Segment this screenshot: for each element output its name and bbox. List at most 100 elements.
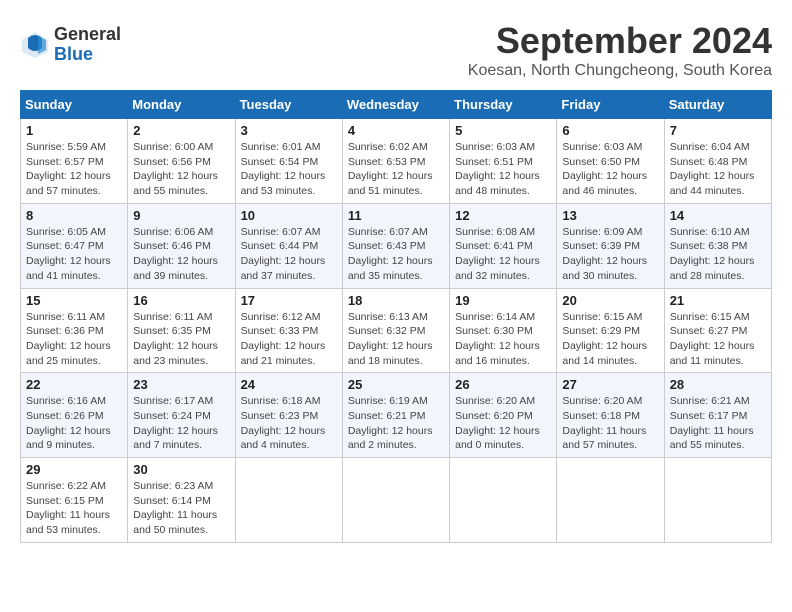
calendar-day-cell: 11Sunrise: 6:07 AM Sunset: 6:43 PM Dayli…: [342, 203, 449, 288]
day-of-week-header: Sunday: [21, 91, 128, 119]
day-info: Sunrise: 6:14 AM Sunset: 6:30 PM Dayligh…: [455, 310, 551, 369]
calendar-day-cell: 20 Sunrise: 6:15 AM Sunset: 6:29 PM Dayli…: [557, 288, 664, 373]
day-info: Sunrise: 6:10 AM Sunset: 6:38 PM Dayligh…: [670, 225, 766, 284]
day-number: 29: [26, 462, 122, 477]
calendar-day-cell: 18 Sunrise: 6:13 AM Sunset: 6:32 PM Dayli…: [342, 288, 449, 373]
calendar-day-cell: [235, 458, 342, 543]
day-number: 13: [562, 208, 658, 223]
day-of-week-header: Tuesday: [235, 91, 342, 119]
day-number: 17: [241, 293, 337, 308]
calendar-day-cell: 27Sunrise: 6:20 AM Sunset: 6:18 PM Dayli…: [557, 373, 664, 458]
calendar-header-row: SundayMondayTuesdayWednesdayThursdayFrid…: [21, 91, 772, 119]
calendar-day-cell: 25Sunrise: 6:19 AM Sunset: 6:21 PM Dayli…: [342, 373, 449, 458]
day-number: 21: [670, 293, 766, 308]
day-info: Sunrise: 6:23 AM Sunset: 6:14 PM Dayligh…: [133, 479, 229, 538]
calendar-day-cell: 22 Sunrise: 6:16 AM Sunset: 6:26 PM Dayli…: [21, 373, 128, 458]
day-info: Sunrise: 6:08 AM Sunset: 6:41 PM Dayligh…: [455, 225, 551, 284]
calendar-day-cell: 21 Sunrise: 6:15 AM Sunset: 6:27 PM Dayli…: [664, 288, 771, 373]
day-info: Sunrise: 6:17 AM Sunset: 6:24 PM Dayligh…: [133, 394, 229, 453]
day-number: 9: [133, 208, 229, 223]
calendar-week-row: 29 Sunrise: 6:22 AM Sunset: 6:15 PM Dayli…: [21, 458, 772, 543]
day-info: Sunrise: 6:18 AM Sunset: 6:23 PM Dayligh…: [241, 394, 337, 453]
day-of-week-header: Monday: [128, 91, 235, 119]
day-number: 5: [455, 123, 551, 138]
calendar-week-row: 15Sunrise: 6:11 AM Sunset: 6:36 PM Dayli…: [21, 288, 772, 373]
day-number: 30: [133, 462, 229, 477]
calendar-day-cell: 17 Sunrise: 6:12 AM Sunset: 6:33 PM Dayli…: [235, 288, 342, 373]
logo-icon: [20, 30, 50, 60]
day-number: 20: [562, 293, 658, 308]
day-info: Sunrise: 6:11 AM Sunset: 6:35 PM Dayligh…: [133, 310, 229, 369]
day-info: Sunrise: 6:01 AM Sunset: 6:54 PM Dayligh…: [241, 140, 337, 199]
day-info: Sunrise: 5:59 AM Sunset: 6:57 PM Dayligh…: [26, 140, 122, 199]
day-number: 19: [455, 293, 551, 308]
calendar-day-cell: 7Sunrise: 6:04 AM Sunset: 6:48 PM Daylig…: [664, 119, 771, 204]
day-info: Sunrise: 6:16 AM Sunset: 6:26 PM Dayligh…: [26, 394, 122, 453]
calendar-day-cell: 30 Sunrise: 6:23 AM Sunset: 6:14 PM Dayli…: [128, 458, 235, 543]
calendar-day-cell: 2 Sunrise: 6:00 AM Sunset: 6:56 PM Daylig…: [128, 119, 235, 204]
header: General Blue September 2024 Koesan, Nort…: [20, 20, 772, 80]
day-number: 14: [670, 208, 766, 223]
day-number: 1: [26, 123, 122, 138]
calendar-day-cell: 1 Sunrise: 5:59 AM Sunset: 6:57 PM Daylig…: [21, 119, 128, 204]
day-number: 22: [26, 377, 122, 392]
calendar-day-cell: 15Sunrise: 6:11 AM Sunset: 6:36 PM Dayli…: [21, 288, 128, 373]
day-info: Sunrise: 6:00 AM Sunset: 6:56 PM Dayligh…: [133, 140, 229, 199]
calendar-day-cell: 28 Sunrise: 6:21 AM Sunset: 6:17 PM Dayli…: [664, 373, 771, 458]
day-info: Sunrise: 6:22 AM Sunset: 6:15 PM Dayligh…: [26, 479, 122, 538]
day-info: Sunrise: 6:05 AM Sunset: 6:47 PM Dayligh…: [26, 225, 122, 284]
calendar-week-row: 1 Sunrise: 5:59 AM Sunset: 6:57 PM Daylig…: [21, 119, 772, 204]
calendar-day-cell: [664, 458, 771, 543]
day-number: 23: [133, 377, 229, 392]
calendar-day-cell: [557, 458, 664, 543]
calendar-day-cell: 8 Sunrise: 6:05 AM Sunset: 6:47 PM Daylig…: [21, 203, 128, 288]
day-number: 4: [348, 123, 444, 138]
day-info: Sunrise: 6:02 AM Sunset: 6:53 PM Dayligh…: [348, 140, 444, 199]
title-area: September 2024 Koesan, North Chungcheong…: [468, 20, 772, 80]
calendar-day-cell: 5 Sunrise: 6:03 AM Sunset: 6:51 PM Daylig…: [450, 119, 557, 204]
day-of-week-header: Wednesday: [342, 91, 449, 119]
calendar-day-cell: 16 Sunrise: 6:11 AM Sunset: 6:35 PM Dayli…: [128, 288, 235, 373]
calendar-day-cell: 4 Sunrise: 6:02 AM Sunset: 6:53 PM Daylig…: [342, 119, 449, 204]
day-number: 27: [562, 377, 658, 392]
day-info: Sunrise: 6:09 AM Sunset: 6:39 PM Dayligh…: [562, 225, 658, 284]
day-number: 16: [133, 293, 229, 308]
day-info: Sunrise: 6:13 AM Sunset: 6:32 PM Dayligh…: [348, 310, 444, 369]
day-info: Sunrise: 6:04 AM Sunset: 6:48 PM Dayligh…: [670, 140, 766, 199]
calendar-day-cell: 3 Sunrise: 6:01 AM Sunset: 6:54 PM Daylig…: [235, 119, 342, 204]
day-info: Sunrise: 6:12 AM Sunset: 6:33 PM Dayligh…: [241, 310, 337, 369]
calendar-day-cell: 9 Sunrise: 6:06 AM Sunset: 6:46 PM Daylig…: [128, 203, 235, 288]
day-number: 26: [455, 377, 551, 392]
calendar-day-cell: 29 Sunrise: 6:22 AM Sunset: 6:15 PM Dayli…: [21, 458, 128, 543]
calendar-week-row: 22 Sunrise: 6:16 AM Sunset: 6:26 PM Dayli…: [21, 373, 772, 458]
day-number: 8: [26, 208, 122, 223]
logo: General Blue: [20, 25, 121, 65]
day-info: Sunrise: 6:21 AM Sunset: 6:17 PM Dayligh…: [670, 394, 766, 453]
day-number: 10: [241, 208, 337, 223]
calendar-day-cell: [450, 458, 557, 543]
day-of-week-header: Thursday: [450, 91, 557, 119]
day-number: 12: [455, 208, 551, 223]
day-of-week-header: Friday: [557, 91, 664, 119]
calendar-day-cell: [342, 458, 449, 543]
day-of-week-header: Saturday: [664, 91, 771, 119]
calendar-day-cell: 26 Sunrise: 6:20 AM Sunset: 6:20 PM Dayli…: [450, 373, 557, 458]
calendar-day-cell: 12 Sunrise: 6:08 AM Sunset: 6:41 PM Dayli…: [450, 203, 557, 288]
day-number: 18: [348, 293, 444, 308]
day-number: 28: [670, 377, 766, 392]
day-info: Sunrise: 6:03 AM Sunset: 6:51 PM Dayligh…: [455, 140, 551, 199]
calendar-day-cell: 23 Sunrise: 6:17 AM Sunset: 6:24 PM Dayli…: [128, 373, 235, 458]
logo-blue: Blue: [54, 45, 121, 65]
day-number: 6: [562, 123, 658, 138]
month-title: September 2024: [468, 20, 772, 62]
day-info: Sunrise: 6:15 AM Sunset: 6:29 PM Dayligh…: [562, 310, 658, 369]
day-info: Sunrise: 6:20 AM Sunset: 6:20 PM Dayligh…: [455, 394, 551, 453]
day-info: Sunrise: 6:03 AM Sunset: 6:50 PM Dayligh…: [562, 140, 658, 199]
day-info: Sunrise: 6:19 AM Sunset: 6:21 PM Dayligh…: [348, 394, 444, 453]
location-title: Koesan, North Chungcheong, South Korea: [468, 62, 772, 80]
logo-general: General: [54, 25, 121, 45]
day-number: 2: [133, 123, 229, 138]
day-info: Sunrise: 6:15 AM Sunset: 6:27 PM Dayligh…: [670, 310, 766, 369]
day-info: Sunrise: 6:06 AM Sunset: 6:46 PM Dayligh…: [133, 225, 229, 284]
day-number: 3: [241, 123, 337, 138]
